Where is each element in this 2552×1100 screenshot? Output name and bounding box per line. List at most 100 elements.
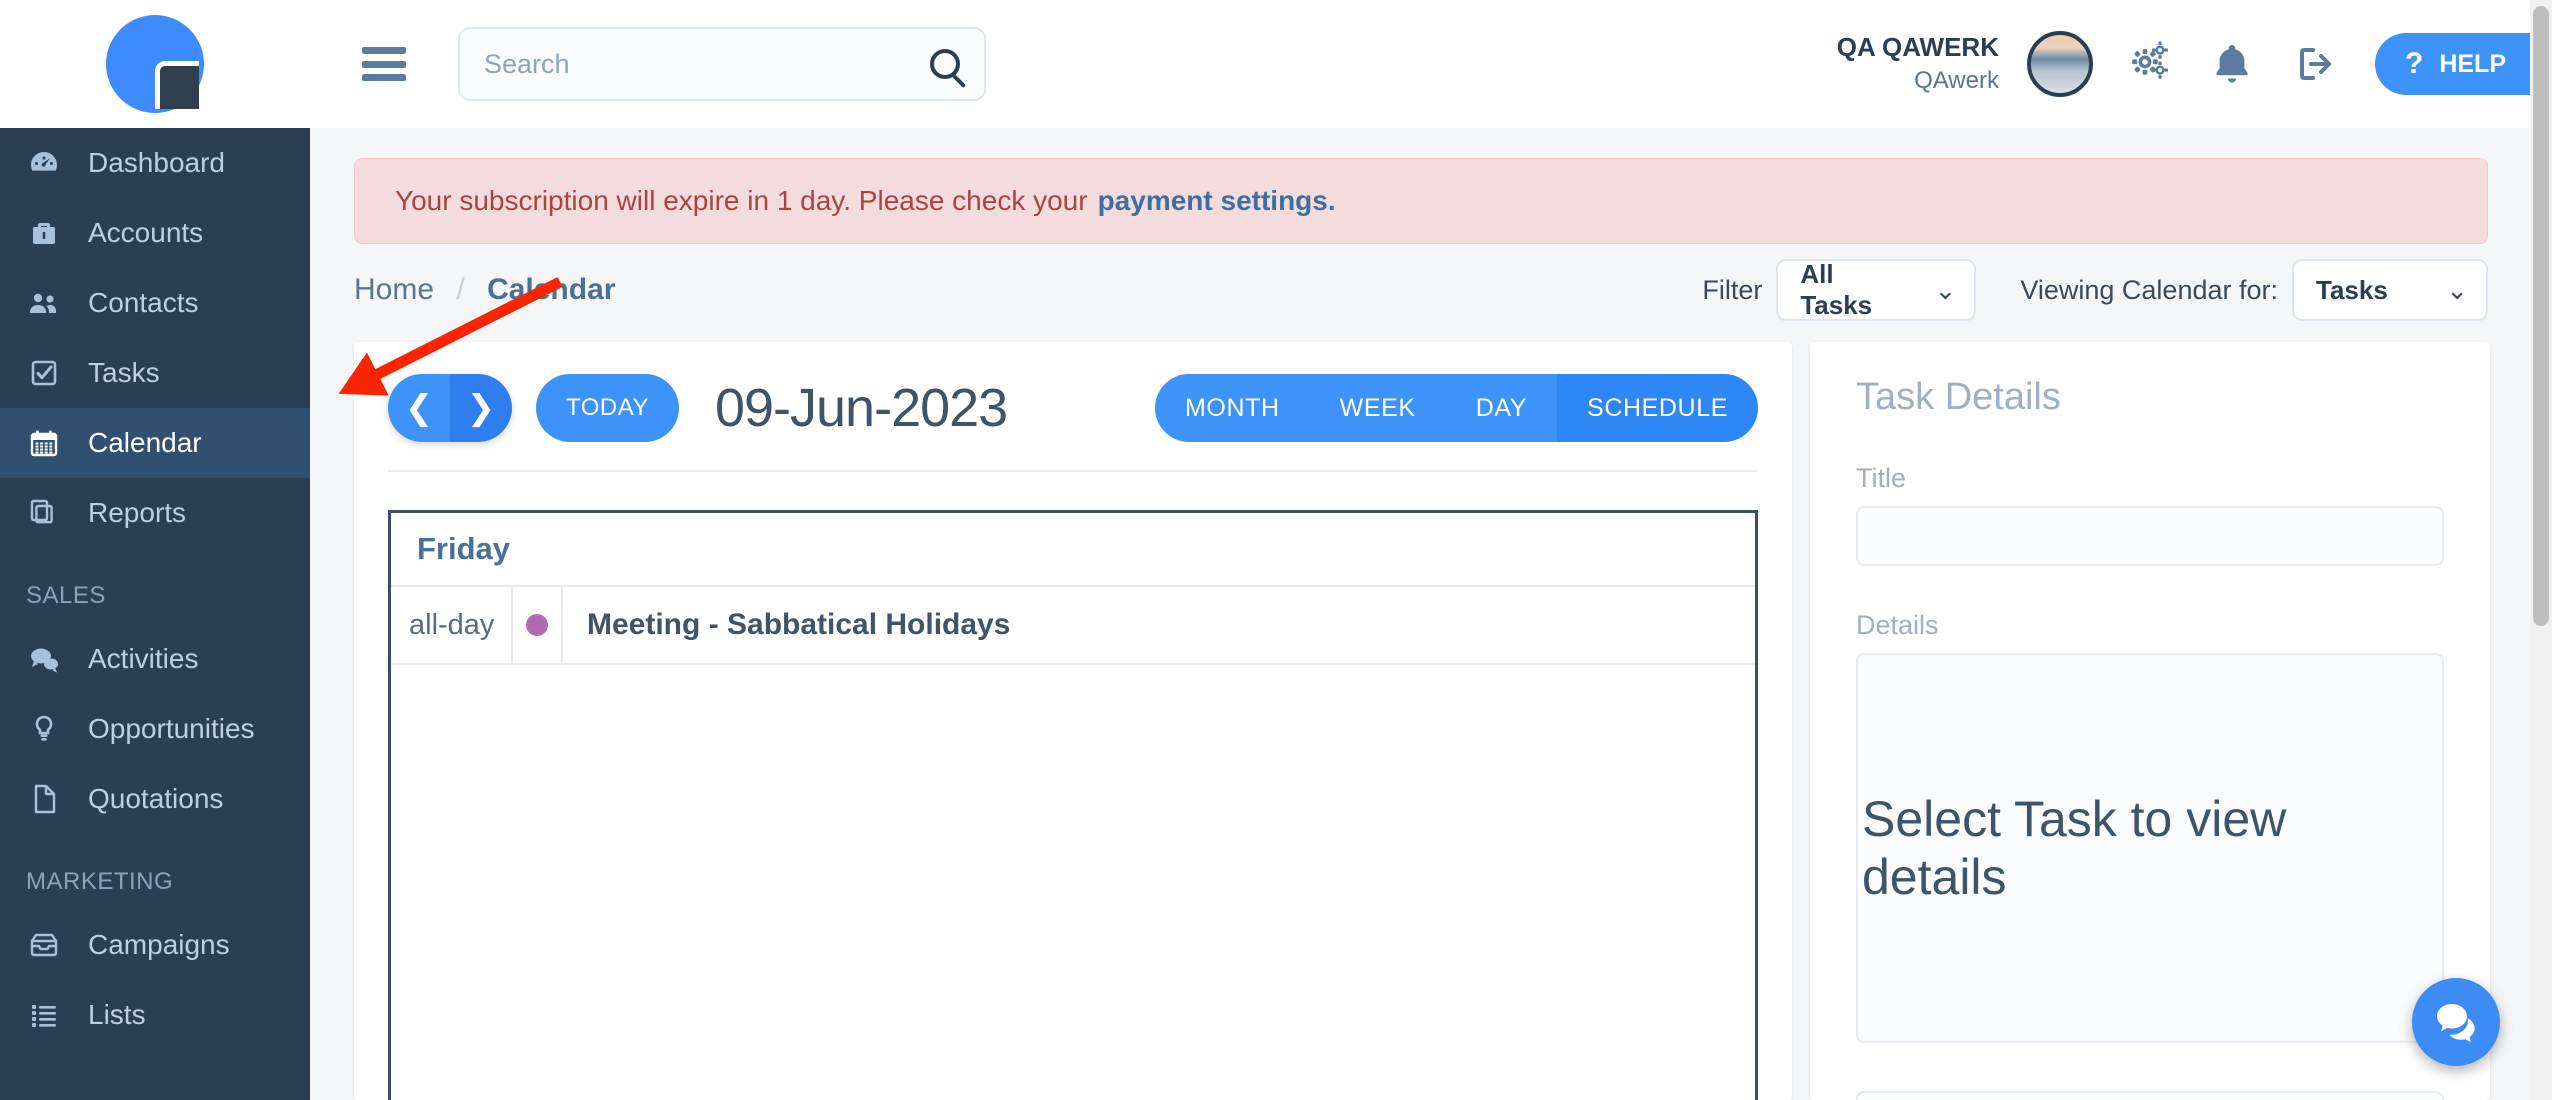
sidebar-item-opportunities[interactable]: Opportunities [0, 694, 310, 764]
calendar-view-month[interactable]: MONTH [1155, 374, 1310, 442]
sidebar-item-contacts[interactable]: Contacts [0, 268, 310, 338]
sidebar-item-calendar[interactable]: Calendar [0, 408, 310, 478]
dashboard-icon [26, 145, 74, 181]
task-details-card: Task Details Title Details Select Task t… [1810, 342, 2490, 1100]
search-box[interactable] [458, 27, 986, 101]
topbar-actions: QA QAWERK QAwerk ? HELP [1837, 0, 2532, 128]
sidebar-item-lists[interactable]: Lists [0, 980, 310, 1050]
calendar-view-label: MONTH [1185, 393, 1280, 422]
calendar-day-header: Friday [391, 513, 1755, 587]
payment-settings-link[interactable]: payment settings. [1098, 185, 1336, 217]
users-icon [26, 285, 74, 321]
calendar-toolbar: ❮ ❯ TODAY 09-Jun-2023 MONTH WEEK DAY SCHEDU… [354, 342, 1792, 442]
title-field-label: Title [1856, 463, 1907, 493]
content-cards: ❮ ❯ TODAY 09-Jun-2023 MONTH WEEK DAY SCHEDU… [354, 342, 2490, 1100]
title-field[interactable] [1856, 506, 2444, 566]
sidebar-item-label: Reports [88, 497, 187, 528]
event-dot-icon [526, 614, 548, 636]
today-label: TODAY [566, 394, 649, 421]
calendar-event-list: all-day Meeting - Sabbatical Holidays [391, 587, 1755, 665]
task-details-heading: Task Details [1856, 376, 2061, 418]
sidebar-item-campaigns[interactable]: Campaigns [0, 910, 310, 980]
hamburger-icon[interactable] [362, 47, 406, 81]
filter-select-value: All Tasks [1800, 259, 1873, 320]
sidebar-item-label: Accounts [88, 217, 204, 248]
logout-icon[interactable] [2291, 41, 2337, 87]
comments-icon [26, 641, 74, 677]
today-button[interactable]: TODAY [536, 374, 679, 442]
sidebar-item-accounts[interactable]: Accounts [0, 198, 310, 268]
sidebar-item-activities[interactable]: Activities [0, 624, 310, 694]
search-icon[interactable] [930, 49, 960, 79]
user-name: QA QAWERK [1836, 32, 1999, 63]
chat-bubble-icon[interactable] [2412, 978, 2500, 1066]
sidebar-item-reports[interactable]: Reports [0, 478, 310, 548]
calendar-view-label: SCHEDULE [1587, 393, 1728, 422]
calendar-view-week[interactable]: WEEK [1309, 374, 1446, 442]
calendar-view-day[interactable]: DAY [1445, 374, 1558, 442]
top-bar: QA QAWERK QAwerk [310, 0, 2532, 128]
sidebar-item-dashboard[interactable]: Dashboard [0, 128, 310, 198]
sidebar-item-quotations[interactable]: Quotations [0, 764, 310, 834]
subheader: Home / Calendar Filter All Tasks ⌄ Viewi… [354, 244, 2488, 336]
filter-controls: Filter All Tasks ⌄ Viewing Calendar for:… [1702, 259, 2488, 321]
viewing-calendar-label: Viewing Calendar for: [2020, 274, 2278, 305]
inbox-icon [26, 927, 74, 963]
calendar-view-label: WEEK [1339, 393, 1416, 422]
page-scrollbar-thumb[interactable] [2533, 6, 2549, 626]
calendar-view-label: DAY [1475, 393, 1528, 422]
sidebar-section-title: MARKETING [26, 868, 174, 895]
details-field-label: Details [1856, 610, 1939, 640]
breadcrumb-separator: / [456, 273, 465, 306]
brand-logo[interactable] [0, 0, 310, 128]
sidebar-item-label: Campaigns [88, 929, 230, 960]
breadcrumb-current: Calendar [487, 273, 616, 306]
bell-icon[interactable] [2211, 41, 2253, 87]
calendar-date: 09-Jun-2023 [714, 378, 1008, 438]
breadcrumb-home[interactable]: Home [354, 273, 434, 306]
calendar-view-schedule[interactable]: SCHEDULE [1557, 374, 1758, 442]
details-field[interactable]: Select Task to view details [1856, 653, 2444, 1043]
avatar[interactable] [2026, 31, 2093, 97]
calendar-grid: Friday all-day Meeting - Sabbatical Holid… [388, 510, 1758, 1100]
calendar-prev-button[interactable]: ❮ [388, 374, 450, 442]
next-field[interactable] [1856, 1091, 2444, 1100]
sidebar-item-label: Tasks [88, 357, 160, 388]
viewing-calendar-select[interactable]: Tasks ⌄ [2292, 259, 2488, 321]
calendar-card: ❮ ❯ TODAY 09-Jun-2023 MONTH WEEK DAY SCHEDU… [354, 342, 1792, 1100]
search-input[interactable] [484, 48, 930, 80]
viewing-select-value: Tasks [2316, 274, 2388, 305]
filter-select[interactable]: All Tasks ⌄ [1776, 259, 1977, 321]
sidebar-item-label: Opportunities [88, 713, 255, 744]
check-square-icon [26, 355, 74, 391]
user-info[interactable]: QA QAWERK QAwerk [1837, 30, 1999, 97]
app-logo-icon [106, 15, 204, 113]
subscription-alert: Your subscription will expire in 1 day. … [354, 158, 2488, 244]
toolbar-divider [388, 470, 1758, 472]
calendar-nav-group: ❮ ❯ [388, 374, 512, 442]
chevron-down-icon: ⌄ [1934, 274, 1957, 305]
sidebar-item-tasks[interactable]: Tasks [0, 338, 310, 408]
user-org: QAwerk [1914, 67, 1999, 95]
breadcrumb: Home / Calendar [354, 273, 615, 307]
file-icon [26, 781, 74, 817]
main-content: Your subscription will expire in 1 day. … [310, 128, 2532, 1100]
details-placeholder: Select Task to view details [1862, 791, 2287, 905]
sidebar-item-label: Calendar [88, 427, 202, 458]
gears-icon[interactable] [2127, 41, 2173, 87]
sidebar-item-label: Dashboard [88, 147, 225, 178]
question-mark-icon: ? [2404, 47, 2424, 80]
reports-icon [26, 495, 74, 531]
help-label: HELP [2439, 49, 2506, 78]
sidebar-item-label: Quotations [88, 783, 224, 814]
help-button[interactable]: ? HELP [2374, 33, 2532, 95]
event-title: Meeting - Sabbatical Holidays [587, 608, 1011, 641]
list-icon [26, 997, 74, 1033]
calendar-event-row[interactable]: all-day Meeting - Sabbatical Holidays [391, 587, 1755, 665]
sidebar-section-title: SALES [26, 582, 106, 609]
event-color-cell [513, 587, 563, 663]
sidebar-item-label: Contacts [88, 287, 199, 318]
calendar-icon [26, 425, 74, 461]
page-scrollbar-track[interactable] [2530, 0, 2552, 1100]
calendar-next-button[interactable]: ❯ [450, 374, 512, 442]
